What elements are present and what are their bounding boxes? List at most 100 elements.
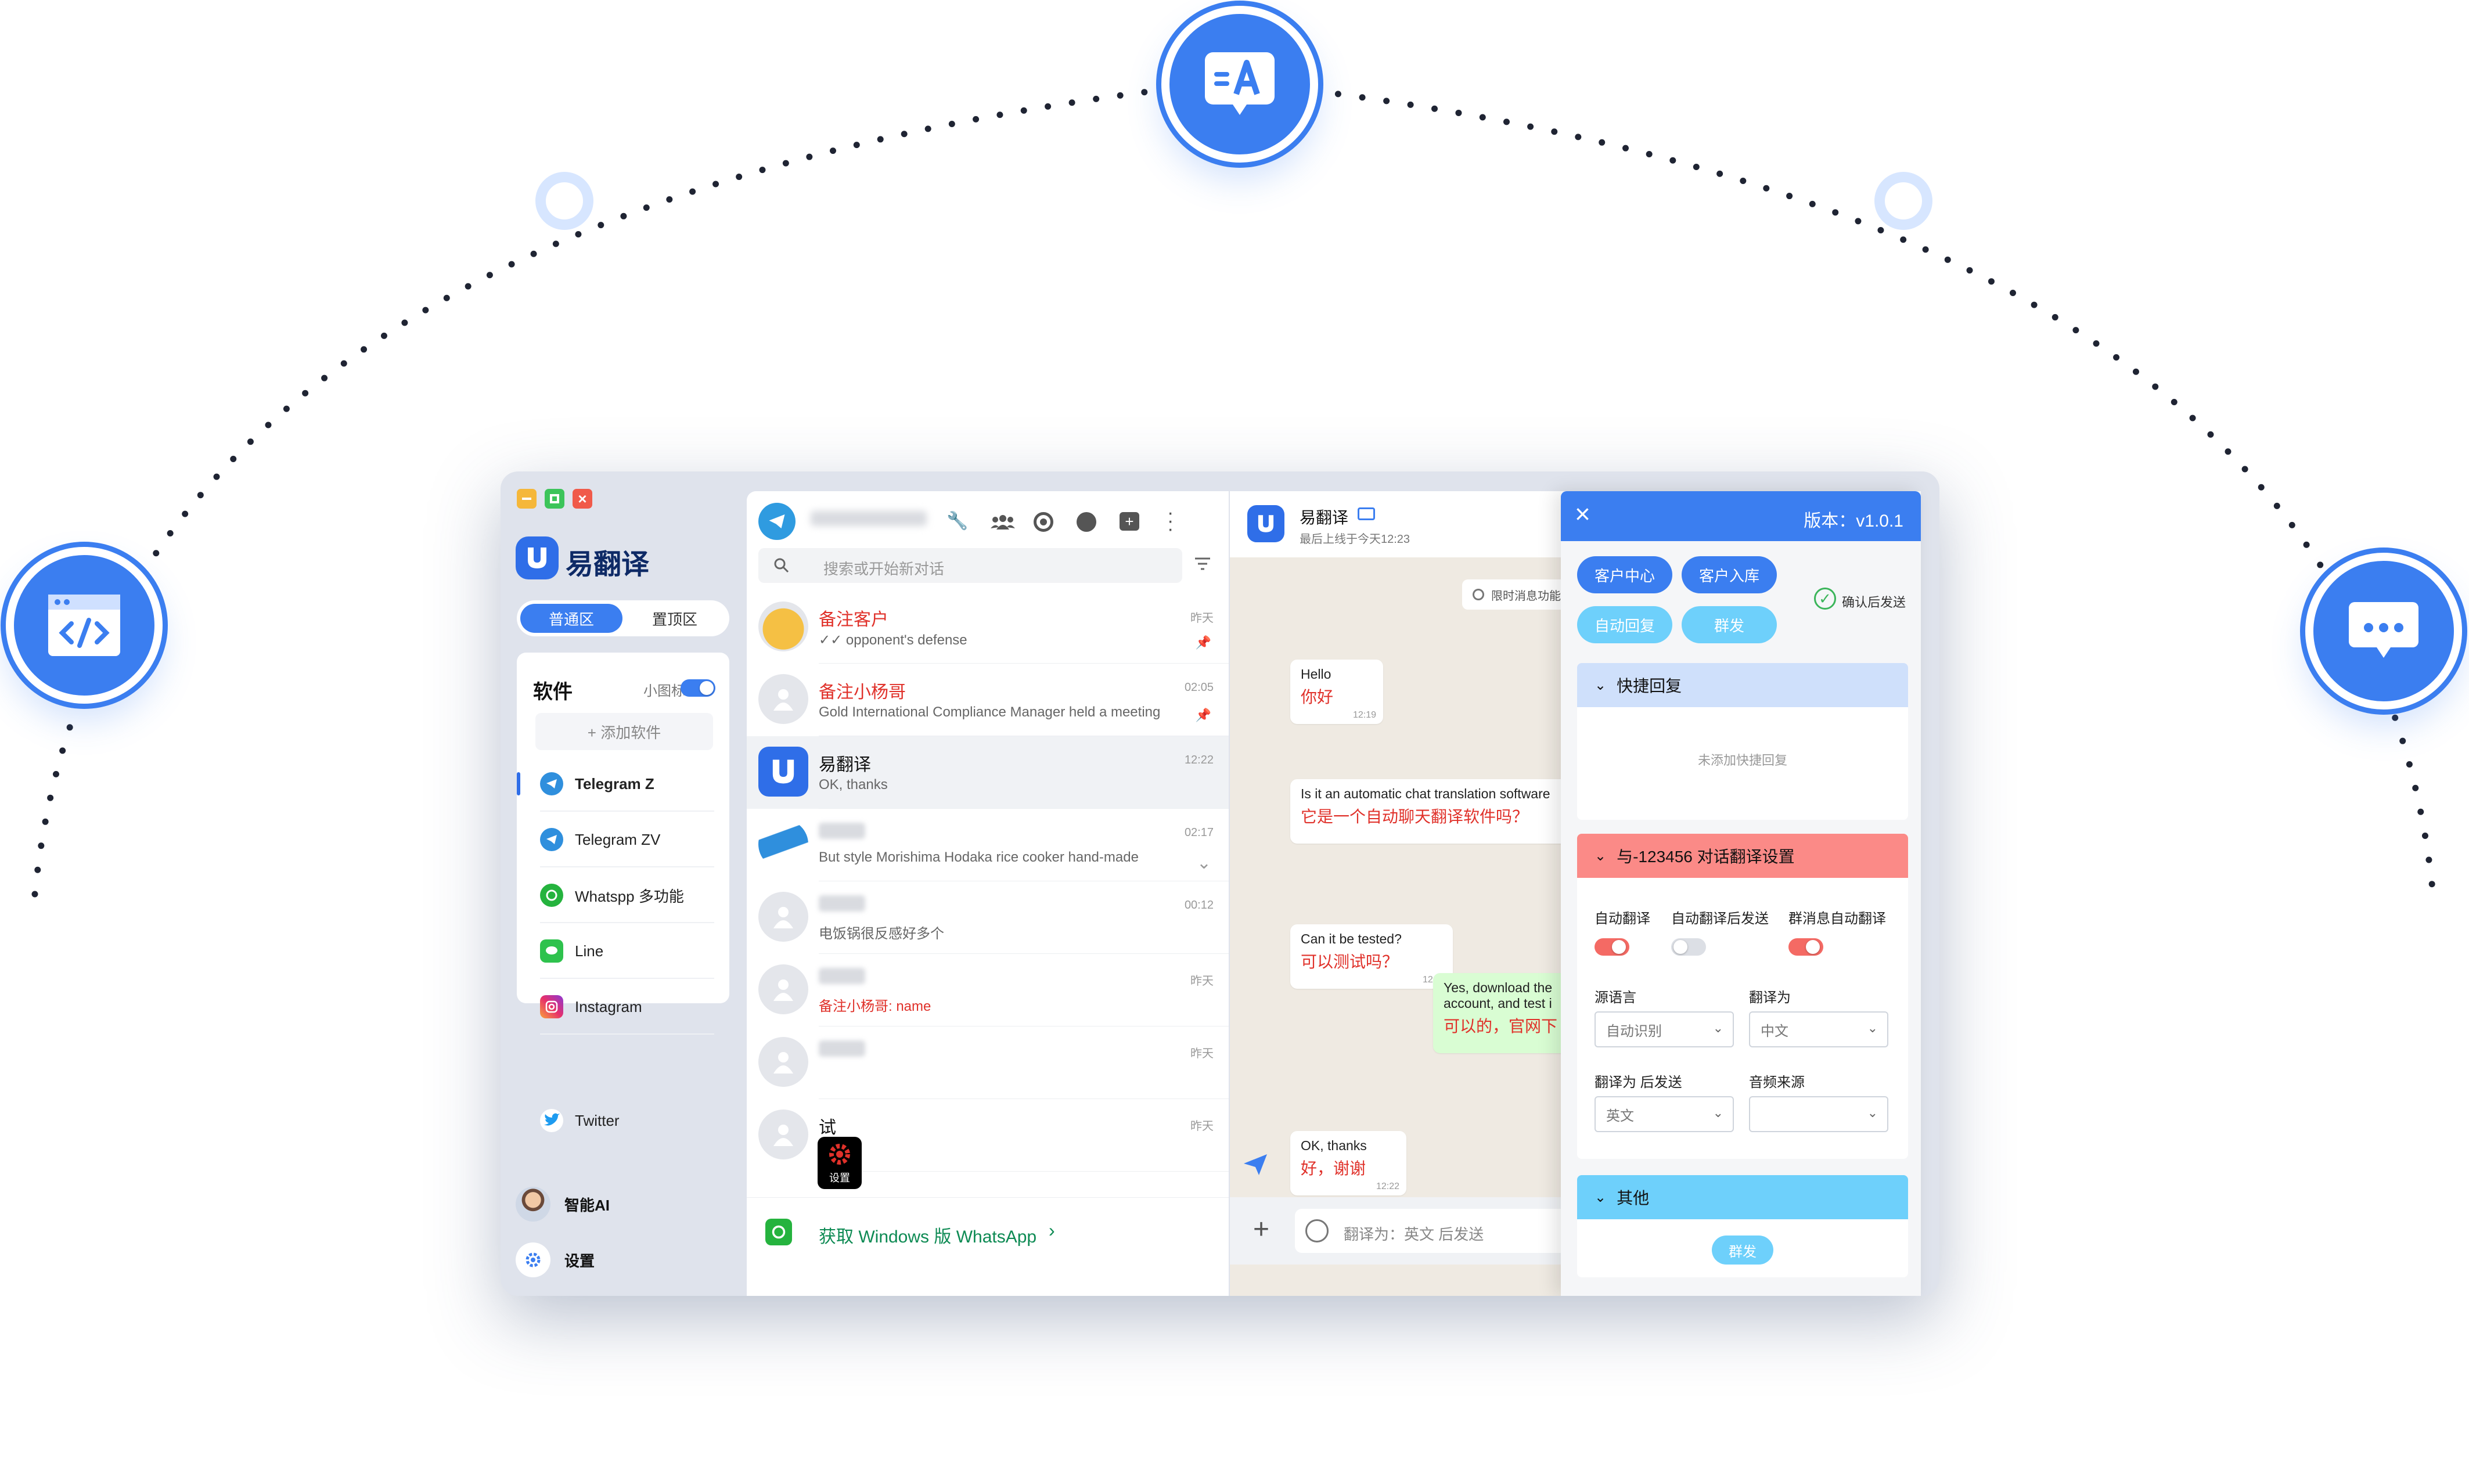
confirm-send-checkbox[interactable]: ✓ [1814,588,1836,610]
settings-popup-icon[interactable]: 设置 [818,1137,862,1189]
status-icon[interactable] [1034,512,1053,532]
version-label: 版本：v1.0.1 [1804,512,1903,531]
chat-row[interactable]: 备注客户 ✓✓ opponent's defense 昨天 📌 [747,591,1229,664]
chat-row[interactable]: But style Morishima Hodaka rice cooker h… [747,809,1229,881]
sidebar-item-telegram-z[interactable]: Telegram Z [517,756,729,812]
tab-normal-zone[interactable]: 普通区 [520,604,622,633]
chat-name [819,1040,865,1057]
chat-row[interactable]: 易翻译 OK, thanks 12:22 [747,736,1229,809]
close-icon[interactable]: × [1575,500,1590,527]
settings-header: × 版本：v1.0.1 [1561,491,1921,541]
chat-translate-header[interactable]: ⌄ 与-123456 对话翻译设置 [1577,834,1908,878]
app-window: × 易翻译 普通区 置顶区 软件 小图标 + 添加软件 Telegram Z T… [501,471,1939,1296]
chat-preview: Gold International Compliance Manager he… [819,704,1161,720]
source-language-label: 源语言 [1595,990,1636,1006]
chevron-down-icon[interactable]: ⌄ [1197,853,1211,873]
small-icon-toggle[interactable] [681,679,715,697]
chat-avatar [758,964,808,1014]
group-icon[interactable] [991,514,1015,530]
chat-name [819,895,865,912]
sidebar-item-instagram[interactable]: Instagram [517,979,729,1035]
brand-name: 易翻译 [566,549,650,580]
chevron-down-icon: ⌄ [1712,1021,1723,1035]
chevron-down-icon: ⌄ [1867,1105,1878,1120]
send-language-select[interactable]: 英文 ⌄ [1595,1096,1734,1132]
sidebar-item-telegram-zv[interactable]: Telegram ZV [517,812,729,867]
account-name [811,511,927,526]
quick-reply-empty: 未添加快捷回复 [1697,753,1787,768]
chat-time: 昨天 [1190,612,1214,625]
menu-dots-icon[interactable]: · · · [1167,503,1174,539]
new-chat-icon[interactable]: + [1120,512,1139,531]
chevron-right-icon: › [1049,1220,1055,1241]
get-whatsapp-link[interactable]: 获取 Windows 版 WhatsApp [819,1222,1036,1248]
sidebar-item-label: Telegram ZV [575,830,661,848]
wrench-icon[interactable]: 🔧 [946,511,968,531]
group-auto-translate-toggle[interactable] [1788,938,1823,956]
twitter-icon [540,1109,563,1132]
ai-assistant-button[interactable]: 智能AI [516,1186,610,1223]
channels-icon[interactable] [1077,512,1096,532]
customer-import-button[interactable]: 客户入库 [1682,556,1777,593]
chat-bubble-icon [2305,553,2462,709]
chat-row[interactable]: 备注小杨哥: name 昨天 [747,954,1229,1026]
chat-row[interactable]: 昨天 [747,1026,1229,1099]
message-input[interactable]: 翻译为：英文 后发送 [1295,1209,1601,1253]
customer-center-button[interactable]: 客户中心 [1577,556,1672,593]
sidebar-item-whatsapp[interactable]: Whatspp 多功能 [517,867,729,923]
chat-translate-card: ⌄ 与-123456 对话翻译设置 自动翻译 自动翻译后发送 群消息自动翻译 源语… [1577,834,1908,1159]
chat-time: 昨天 [1190,1120,1214,1133]
settings-button[interactable]: 设置 [516,1241,595,1278]
audio-source-select[interactable]: ⌄ [1749,1096,1888,1132]
telegram-icon [540,828,563,851]
instagram-icon [540,995,563,1018]
auto-translate-send-label: 自动翻译后发送 [1671,911,1769,927]
chat-list-panel: 🔧 + · · · 搜索或开始新对话 备注客户 ✓✓ opponent's defen… [747,491,1229,1296]
brand-logo-icon [516,536,559,579]
tab-pinned-zone[interactable]: 置顶区 [624,604,726,633]
chat-time: 12:22 [1184,754,1214,766]
attach-plus-icon[interactable]: + [1253,1213,1269,1246]
chevron-down-icon: ⌄ [1595,677,1607,693]
other-broadcast-button[interactable]: 群发 [1712,1236,1773,1265]
search-input[interactable]: 搜索或开始新对话 [823,557,944,579]
chat-row[interactable]: 备注小杨哥 Gold International Compliance Manag… [747,664,1229,736]
whatsapp-icon [540,884,563,907]
add-software-button[interactable]: + 添加软件 [535,713,713,750]
chat-row[interactable]: 电饭锅很反感好多个 00:12 [747,881,1229,954]
send-plane-icon[interactable] [1243,1153,1268,1179]
auto-reply-button[interactable]: 自动回复 [1577,606,1672,643]
chat-preview: 电饭锅很反感好多个 [819,926,944,942]
sidebar-item-twitter[interactable]: Twitter [517,1093,729,1148]
quick-reply-card: ⌄ 快捷回复 未添加快捷回复 [1577,663,1908,820]
telegram-icon [540,772,563,795]
auto-translate-toggle[interactable] [1595,938,1629,956]
whatsapp-icon [765,1219,792,1245]
chat-name [819,823,865,839]
translate-bubble-icon [1161,6,1318,163]
conversation-panel: 易翻译 最后上线于今天12:23 限时消息功能 Hello 你好 12:19 I… [1230,491,1601,1296]
target-language-select[interactable]: 中文 ⌄ [1749,1011,1888,1047]
auto-translate-send-toggle[interactable] [1671,938,1706,956]
other-card: ⌄ 其他 群发 [1577,1175,1908,1277]
filter-icon[interactable] [1194,556,1211,574]
confirm-send-label: 确认后发送 [1842,595,1906,610]
quick-reply-header[interactable]: ⌄ 快捷回复 [1577,663,1908,707]
contact-status: 最后上线于今天12:23 [1300,533,1410,546]
chat-avatar [758,819,808,869]
auto-translate-label: 自动翻译 [1595,911,1650,927]
chat-name: 易翻译 [819,755,871,775]
conversation-header: 易翻译 最后上线于今天12:23 [1230,491,1601,557]
emoji-icon[interactable] [1305,1219,1329,1242]
chat-list-toolbar: 🔧 + · · · [747,491,1229,541]
telegram-app-icon[interactable] [758,503,796,540]
source-language-select[interactable]: 自动识别 ⌄ [1595,1011,1734,1047]
other-header[interactable]: ⌄ 其他 [1577,1175,1908,1219]
broadcast-button[interactable]: 群发 [1682,606,1777,643]
get-whatsapp-banner[interactable]: 获取 Windows 版 WhatsApp › [747,1197,1229,1265]
sidebar-item-label: Twitter [575,1111,620,1129]
search-box[interactable]: 搜索或开始新对话 [758,548,1182,583]
chat-name: 备注小杨哥 [819,683,906,702]
sidebar-item-line[interactable]: Line [517,923,729,979]
arc-ring-right [1874,172,1932,230]
